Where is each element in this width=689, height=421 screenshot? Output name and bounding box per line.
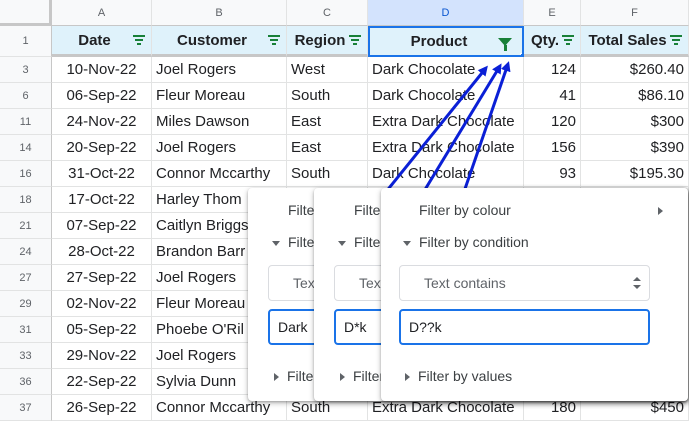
condition-value-text: D*k [344, 319, 367, 335]
submenu-arrow-icon [658, 207, 663, 215]
collapsed-caret-icon [274, 373, 279, 382]
expanded-caret-icon [272, 240, 280, 246]
filter-by-colour-item[interactable]: Filter by colour [419, 202, 511, 218]
filter-menu-panel: Filter by colour Filter by condition Text … [381, 188, 688, 401]
expanded-caret-icon [338, 240, 346, 246]
condition-value-text: Dark [278, 319, 308, 335]
filter-by-values-label: Filter by values [418, 368, 513, 384]
condition-value-input[interactable]: D??k [399, 309, 650, 345]
condition-select-value: Text contains [424, 275, 506, 291]
collapsed-caret-icon [340, 373, 345, 382]
condition-value-text: D??k [409, 319, 442, 335]
select-arrows-icon [633, 277, 641, 289]
filter-by-condition-toggle[interactable]: Filter by condition [403, 234, 529, 250]
collapsed-caret-icon [405, 373, 410, 382]
filter-by-condition-label: Filter by condition [419, 234, 529, 250]
filter-by-values-toggle[interactable]: Filter by values [405, 368, 512, 384]
condition-select[interactable]: Text contains [399, 265, 650, 301]
expanded-caret-icon [403, 240, 411, 246]
